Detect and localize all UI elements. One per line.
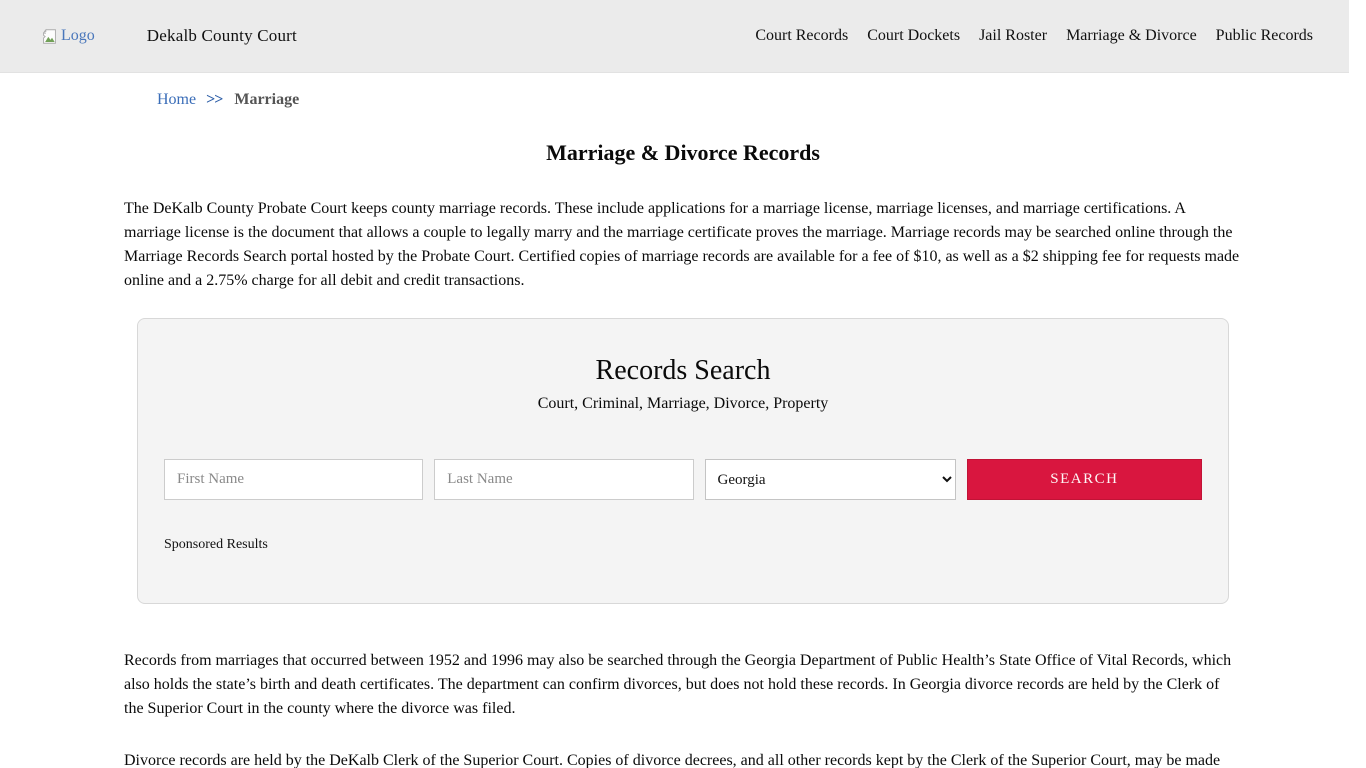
nav-jail-roster[interactable]: Jail Roster — [979, 27, 1047, 45]
site-logo[interactable]: Logo — [40, 27, 95, 46]
breadcrumb-separator: >> — [206, 91, 222, 109]
nav-court-dockets[interactable]: Court Dockets — [867, 27, 960, 45]
divorce-records-paragraph: Divorce records are held by the DeKalb C… — [124, 749, 1242, 768]
last-name-input[interactable] — [434, 459, 693, 500]
logo-alt-text: Logo — [61, 27, 95, 45]
state-select[interactable]: Georgia — [705, 459, 956, 500]
sponsored-results-label: Sponsored Results — [164, 537, 1202, 553]
records-search-form: Georgia SEARCH — [164, 459, 1202, 500]
nav-marriage-divorce[interactable]: Marriage & Divorce — [1066, 27, 1197, 45]
vital-records-paragraph: Records from marriages that occurred bet… — [124, 649, 1242, 721]
site-header: Logo Dekalb County Court Court Records C… — [0, 0, 1349, 73]
nav-court-records[interactable]: Court Records — [755, 27, 848, 45]
breadcrumb-current: Marriage — [234, 91, 299, 109]
broken-image-icon — [40, 27, 59, 46]
site-title: Dekalb County Court — [147, 26, 297, 46]
nav-public-records[interactable]: Public Records — [1216, 27, 1313, 45]
page-title: Marriage & Divorce Records — [124, 140, 1242, 166]
records-search-subtitle: Court, Criminal, Marriage, Divorce, Prop… — [164, 395, 1202, 413]
intro-paragraph: The DeKalb County Probate Court keeps co… — [124, 197, 1242, 293]
breadcrumb-home-link[interactable]: Home — [157, 91, 196, 109]
main-nav: Court Records Court Dockets Jail Roster … — [755, 27, 1313, 45]
records-search-title: Records Search — [164, 355, 1202, 387]
records-search-panel: Records Search Court, Criminal, Marriage… — [137, 318, 1229, 604]
main-content: Home >> Marriage Marriage & Divorce Reco… — [124, 91, 1242, 768]
breadcrumb: Home >> Marriage — [124, 91, 1242, 109]
first-name-input[interactable] — [164, 459, 423, 500]
search-button[interactable]: SEARCH — [967, 459, 1202, 500]
